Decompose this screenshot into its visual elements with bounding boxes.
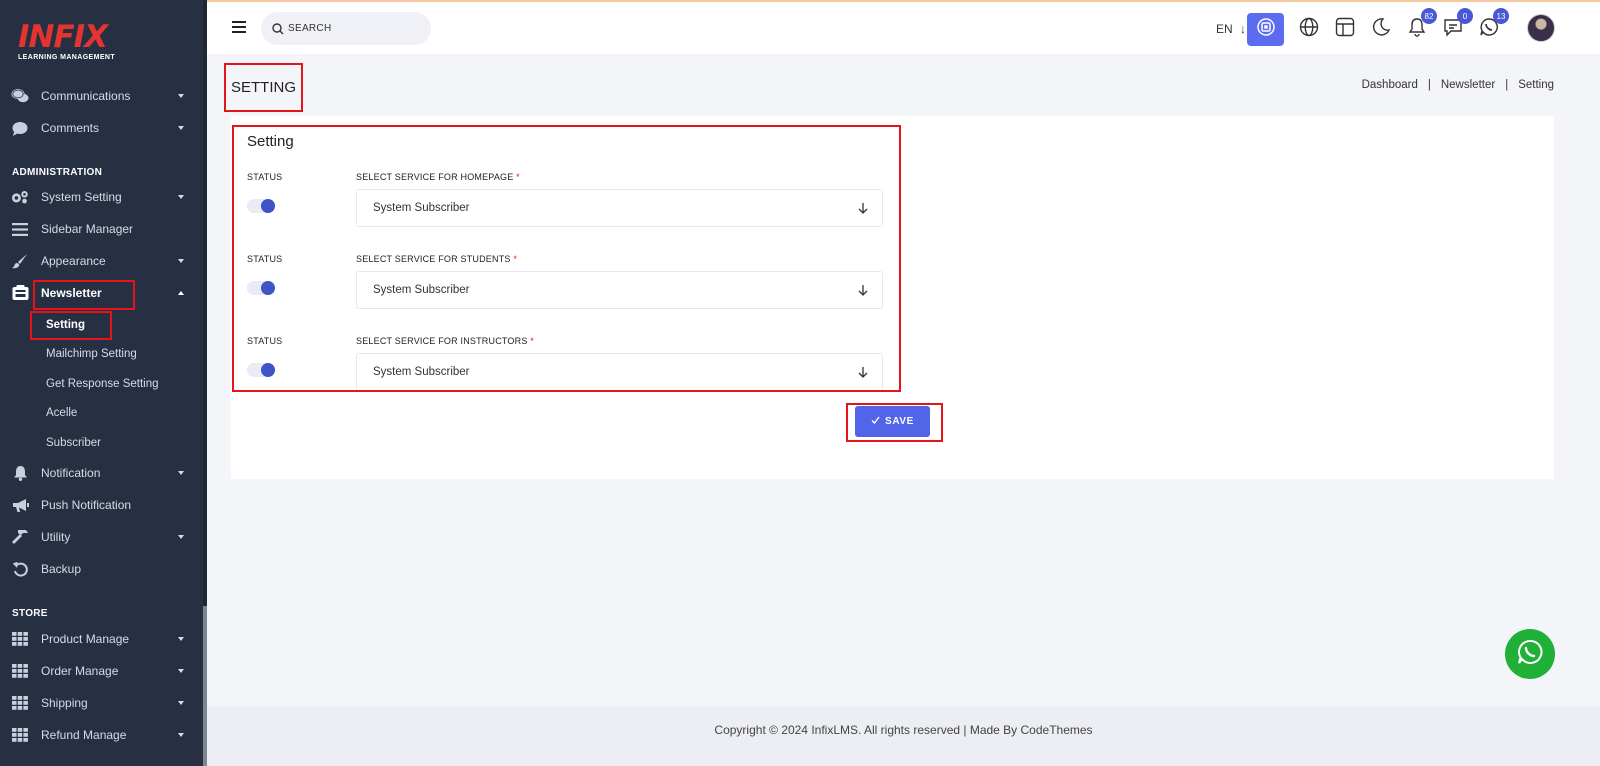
chevron-down-icon [178,94,184,98]
layout-icon[interactable] [1334,16,1356,38]
sidebar-item-refund-manage[interactable]: Refund Manage [0,721,203,749]
sidebar-item-label: Product Manage [41,632,130,646]
sidebar-item-utility[interactable]: Utility [0,523,203,551]
chevron-down-icon [178,535,184,539]
chevron-down-icon [178,471,184,475]
submenu-item-subscriber[interactable]: Subscriber [46,437,101,449]
sidebar-item-backup[interactable]: Backup [0,555,203,583]
moon-icon[interactable] [1370,16,1392,38]
chevron-down-icon [178,733,184,737]
whatsapp-floating-button[interactable] [1505,629,1555,679]
user-avatar[interactable] [1527,14,1555,42]
breadcrumb-setting: Setting [1518,79,1554,91]
footer: Copyright © 2024 InfixLMS. All rights re… [207,707,1600,766]
highlight-save-button [846,403,943,442]
undo-icon [11,560,29,578]
sidebar-item-label: Shipping [41,696,88,710]
chat-count-badge: 13 [1493,8,1509,24]
gears-icon [11,188,29,206]
comment-icon [11,119,29,137]
chevron-down-icon [178,126,184,130]
sidebar-item-notification[interactable]: Notification [0,459,203,487]
chevron-up-icon [178,291,184,295]
sidebar-scrollbar[interactable] [203,0,207,766]
topbar: EN ↓ 82 0 13 [207,0,1600,54]
brush-icon [11,252,29,270]
newsletter-icon [11,284,29,302]
chevron-down-icon [178,669,184,673]
highlight-settings-form [232,125,901,392]
chevron-down-icon [178,195,184,199]
search-icon [272,22,284,40]
hammer-icon [11,528,29,546]
logo-text: INFIX [18,19,108,55]
language-label: EN [1216,22,1233,36]
language-selector[interactable]: EN ↓ [1216,22,1246,36]
chevron-down-icon [178,701,184,705]
sidebar-item-sidebar-manager[interactable]: Sidebar Manager [0,215,203,243]
logo-tagline: LEARNING MANAGEMENT [18,54,116,61]
sidebar-item-label: Push Notification [41,498,132,512]
highlight-setting [30,311,112,340]
sidebar-item-label: Order Manage [41,664,119,678]
sidebar-item-label: Refund Manage [41,728,127,742]
ai-chip-button[interactable] [1247,13,1284,46]
highlight-page-title [224,63,303,112]
notification-count-badge: 82 [1421,8,1437,24]
sidebar-item-label: Backup [41,562,82,576]
section-title-store: STORE [12,608,48,619]
whatsapp-icon [1517,639,1543,670]
breadcrumb-dashboard[interactable]: Dashboard [1362,79,1418,91]
messages-count-badge: 0 [1457,8,1473,24]
search-box[interactable] [261,12,431,45]
chat-bubbles-icon [11,87,29,105]
globe-icon[interactable] [1298,16,1320,38]
breadcrumb: Dashboard | Newsletter | Setting [1362,79,1554,91]
breadcrumb-separator: | [1427,79,1431,91]
sidebar-item-label: Utility [41,530,71,544]
sidebar-item-push-notification[interactable]: Push Notification [0,491,203,519]
highlight-newsletter [33,280,135,310]
sidebar-item-label: Notification [41,466,101,480]
sidebar-item-label: Appearance [41,254,106,268]
sidebar-item-comments[interactable]: Comments [0,114,203,142]
sidebar-item-label: System Setting [41,190,122,204]
chat-button[interactable]: 13 [1478,8,1509,38]
messages-button[interactable]: 0 [1442,8,1473,38]
sidebar-item-system-setting[interactable]: System Setting [0,183,203,211]
grid-icon [11,630,29,648]
breadcrumb-separator: | [1505,79,1509,91]
sidebar-item-shipping[interactable]: Shipping [0,689,203,717]
submenu-item-acelle[interactable]: Acelle [46,407,77,419]
brand-logo[interactable]: INFIX LEARNING MANAGEMENT [18,20,115,61]
sidebar-item-product-manage[interactable]: Product Manage [0,625,203,653]
arrow-down-icon: ↓ [1240,22,1247,36]
sidebar: INFIX LEARNING MANAGEMENT Communications… [0,0,207,766]
sidebar-item-order-manage[interactable]: Order Manage [0,657,203,685]
sidebar-item-communications[interactable]: Communications [0,82,203,110]
megaphone-icon [11,496,29,514]
chevron-down-icon [178,637,184,641]
submenu-item-get-response-setting[interactable]: Get Response Setting [46,378,159,390]
grid-icon [11,726,29,744]
hamburger-menu-icon[interactable] [232,21,246,33]
section-title-administration: ADMINISTRATION [12,167,103,178]
chip-icon [1256,17,1276,42]
bell-icon [11,464,29,482]
bars-icon [11,220,29,238]
chevron-down-icon [178,259,184,263]
grid-icon [11,662,29,680]
breadcrumb-newsletter[interactable]: Newsletter [1441,79,1495,91]
search-input[interactable] [288,12,418,45]
submenu-item-mailchimp-setting[interactable]: Mailchimp Setting [46,348,137,360]
sidebar-item-label: Comments [41,121,100,135]
footer-copyright: Copyright © 2024 InfixLMS. All rights re… [714,723,1093,737]
sidebar-item-appearance[interactable]: Appearance [0,247,203,275]
grid-icon [11,694,29,712]
sidebar-item-label: Sidebar Manager [41,222,134,236]
sidebar-item-label: Communications [41,89,131,103]
notification-bell-button[interactable]: 82 [1406,8,1437,38]
